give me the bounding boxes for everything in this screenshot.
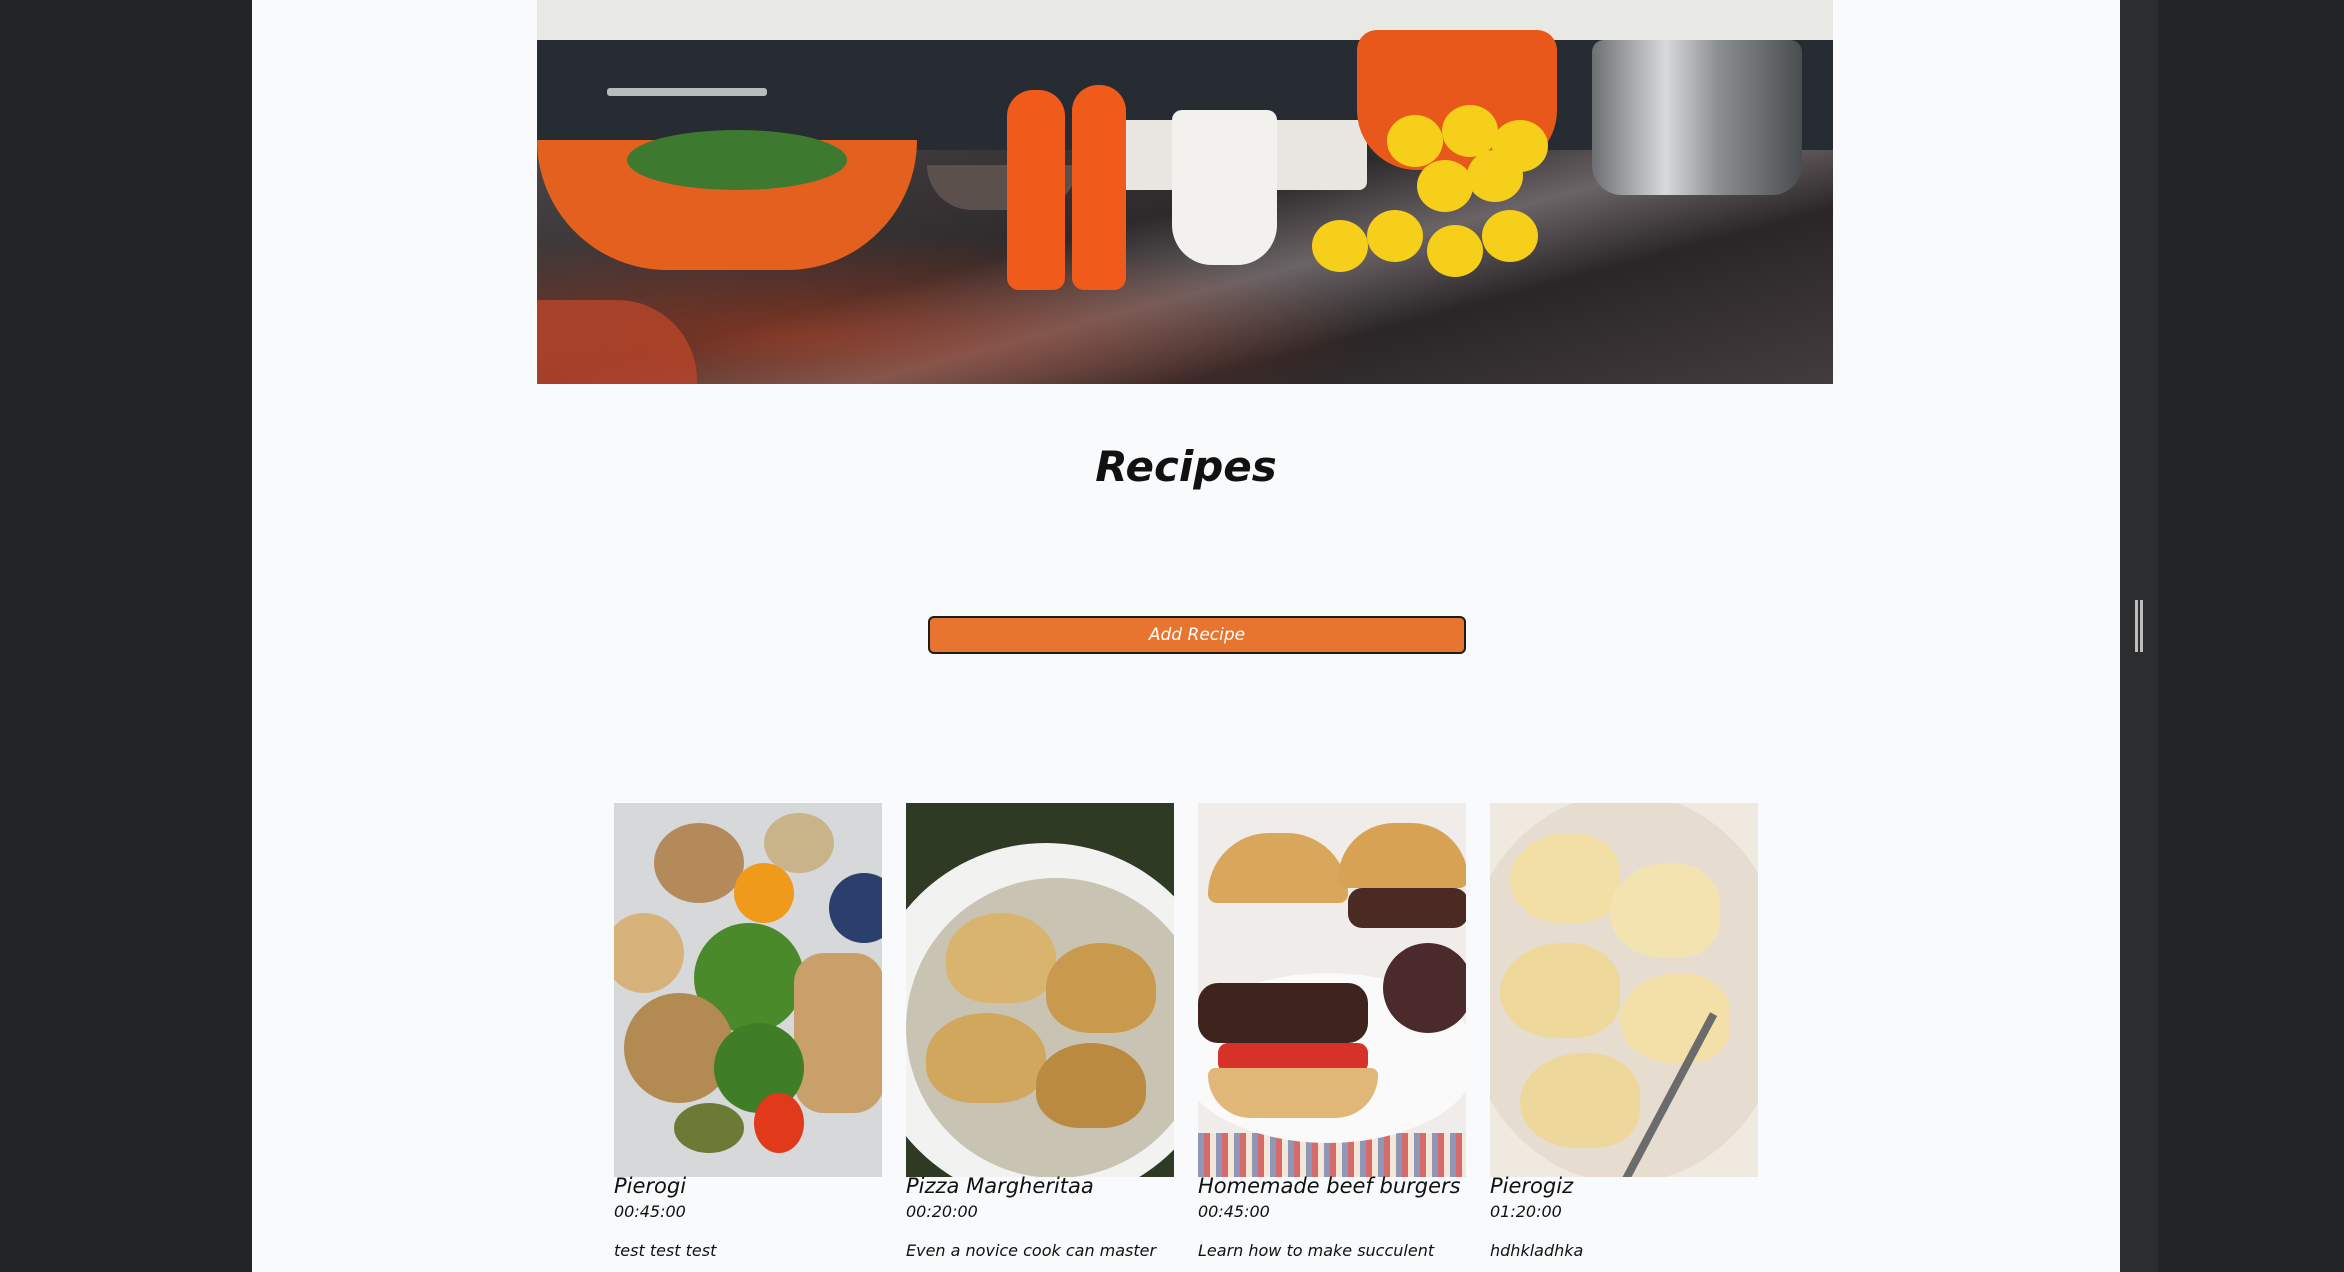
recipe-image — [1198, 803, 1466, 1177]
recipe-image — [906, 803, 1174, 1177]
recipe-image — [1490, 803, 1758, 1177]
page-title: Recipes — [1095, 442, 1277, 491]
recipe-time: 00:20:00 — [906, 1202, 978, 1221]
recipe-card[interactable]: Pierogiz 01:20:00 hdhkladhka — [1490, 803, 1758, 1272]
recipe-description: Learn how to make succulent — [1198, 1241, 1435, 1260]
recipe-name: Pizza Margheritaa — [906, 1174, 1094, 1198]
recipe-card[interactable]: Pizza Margheritaa 00:20:00 Even a novice… — [906, 803, 1174, 1272]
add-recipe-button[interactable]: Add Recipe — [928, 616, 1466, 654]
recipe-name: Pierogi — [614, 1174, 687, 1198]
page-container: Recipes Add Recipe Pierogi 00:45:00 test… — [252, 0, 2120, 1272]
recipe-description: test test test — [614, 1241, 717, 1260]
recipe-image — [614, 803, 882, 1177]
recipe-description: Even a novice cook can master — [906, 1241, 1157, 1260]
recipe-name: Homemade beef burgers — [1198, 1174, 1461, 1198]
recipe-card[interactable]: Pierogi 00:45:00 test test test — [614, 803, 882, 1272]
recipe-card[interactable]: Homemade beef burgers 00:45:00 Learn how… — [1198, 803, 1466, 1272]
recipe-time: 00:45:00 — [1198, 1202, 1270, 1221]
recipe-description: hdhkladhka — [1490, 1241, 1584, 1260]
scrollbar-handle[interactable] — [2135, 600, 2143, 652]
recipe-time: 00:45:00 — [614, 1202, 686, 1221]
hero-image — [537, 0, 1833, 384]
recipe-name: Pierogiz — [1490, 1174, 1574, 1198]
recipe-time: 01:20:00 — [1490, 1202, 1562, 1221]
